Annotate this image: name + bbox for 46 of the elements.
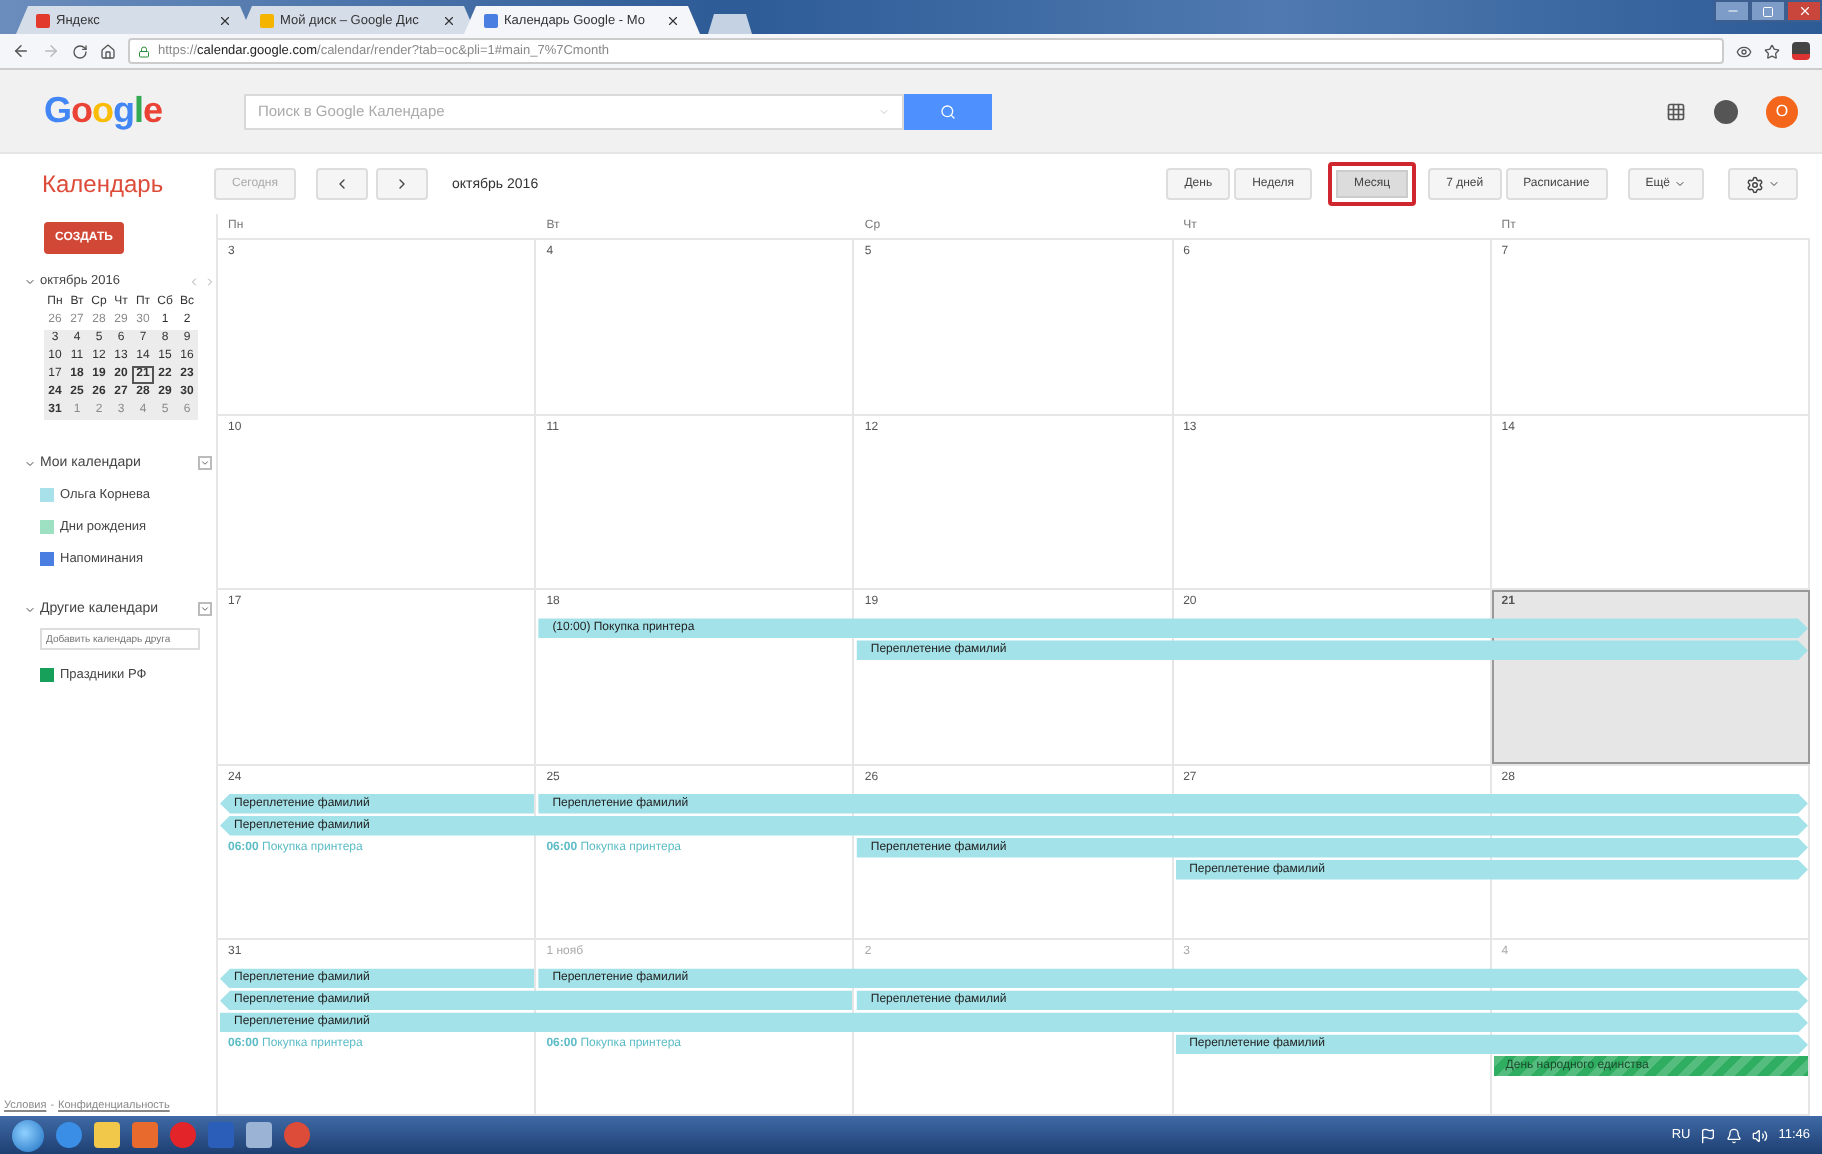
color-swatch[interactable] xyxy=(40,520,54,534)
close-button[interactable] xyxy=(1786,0,1822,22)
previous-icon[interactable] xyxy=(188,275,200,287)
caret-icon xyxy=(200,458,210,468)
search-icon xyxy=(940,103,956,119)
chevron-right-icon xyxy=(394,176,410,192)
caret-icon xyxy=(1674,178,1686,190)
maximize-button[interactable] xyxy=(1750,0,1786,22)
star-icon[interactable] xyxy=(1764,43,1780,59)
caret-icon[interactable] xyxy=(24,275,36,287)
gear-icon xyxy=(1746,175,1764,193)
color-swatch[interactable] xyxy=(40,552,54,566)
minimize-icon xyxy=(1725,4,1739,18)
flag-icon[interactable] xyxy=(1700,1127,1717,1143)
dropdown-button[interactable] xyxy=(198,456,212,470)
app-title: Календарь xyxy=(42,170,166,198)
back-icon[interactable] xyxy=(12,42,30,60)
notifications-icon[interactable] xyxy=(1714,99,1738,123)
lock-icon xyxy=(138,45,150,57)
caret-icon xyxy=(200,604,210,614)
start-button[interactable] xyxy=(12,1119,44,1151)
eye-icon[interactable] xyxy=(1736,43,1752,59)
forward-icon[interactable] xyxy=(42,42,60,60)
caret-icon[interactable] xyxy=(24,457,36,469)
color-swatch[interactable] xyxy=(40,668,54,682)
search-button[interactable] xyxy=(904,93,992,129)
minimize-button[interactable] xyxy=(1714,0,1750,22)
extension-icon[interactable] xyxy=(1792,42,1810,60)
reload-icon[interactable] xyxy=(72,43,88,59)
close-icon[interactable] xyxy=(218,13,232,27)
close-icon[interactable] xyxy=(666,13,680,27)
bell-icon[interactable] xyxy=(1726,1127,1743,1143)
caret-icon[interactable] xyxy=(24,603,36,615)
caret-icon xyxy=(1768,178,1780,190)
apps-icon[interactable] xyxy=(1666,101,1686,121)
home-icon[interactable] xyxy=(100,43,116,59)
next-icon[interactable] xyxy=(204,275,216,287)
dropdown-button[interactable] xyxy=(198,602,212,616)
new-tab-button[interactable] xyxy=(708,14,752,34)
close-icon xyxy=(1797,4,1811,18)
close-icon[interactable] xyxy=(442,13,456,27)
color-swatch[interactable] xyxy=(40,488,54,502)
volume-icon[interactable] xyxy=(1752,1127,1769,1143)
maximize-icon xyxy=(1762,5,1774,17)
settings-button[interactable] xyxy=(1728,168,1798,200)
chevron-left-icon xyxy=(334,176,350,192)
